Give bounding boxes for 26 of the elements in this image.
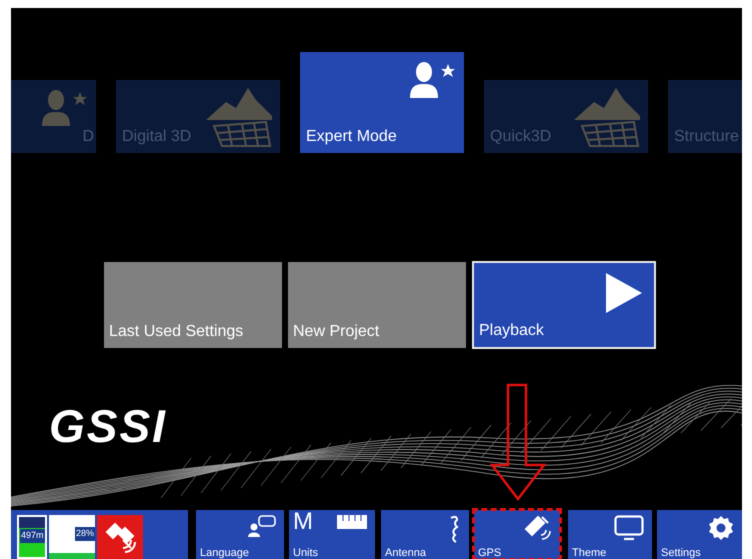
toolbar-button[interactable]: GPS: [474, 510, 560, 559]
person-star-icon: [40, 88, 88, 128]
play-icon: [606, 273, 642, 313]
toolbar-button[interactable]: Settings: [657, 510, 742, 559]
settings-icon: [708, 515, 734, 541]
person-star-icon: [408, 60, 456, 100]
action-tile[interactable]: New Project: [288, 262, 466, 348]
terrain-grid-icon: [204, 86, 274, 148]
toolbar-button[interactable]: Language: [196, 510, 284, 559]
speech-bubble-person-icon: [248, 515, 276, 537]
antenna-icon: [449, 515, 461, 543]
storage-reading: 28%: [74, 527, 95, 540]
mode-tile[interactable]: Expert Mode: [300, 52, 464, 153]
toolbar-button[interactable]: M Units: [289, 510, 375, 559]
battery-reading: 497m: [20, 529, 45, 542]
units-symbol: M: [293, 510, 313, 534]
satellite-icon: [103, 520, 137, 554]
satellite-icon: [524, 515, 552, 541]
toolbar-button[interactable]: Theme: [568, 510, 652, 559]
ruler-icon: [337, 515, 367, 529]
action-tile[interactable]: Playback: [472, 261, 656, 349]
terrain-grid-icon: [572, 86, 642, 148]
toolbar-button[interactable]: Antenna: [381, 510, 469, 559]
gssi-logo: GSSI: [49, 403, 167, 449]
action-tile[interactable]: Last Used Settings: [104, 262, 282, 348]
monitor-icon: [614, 515, 644, 541]
